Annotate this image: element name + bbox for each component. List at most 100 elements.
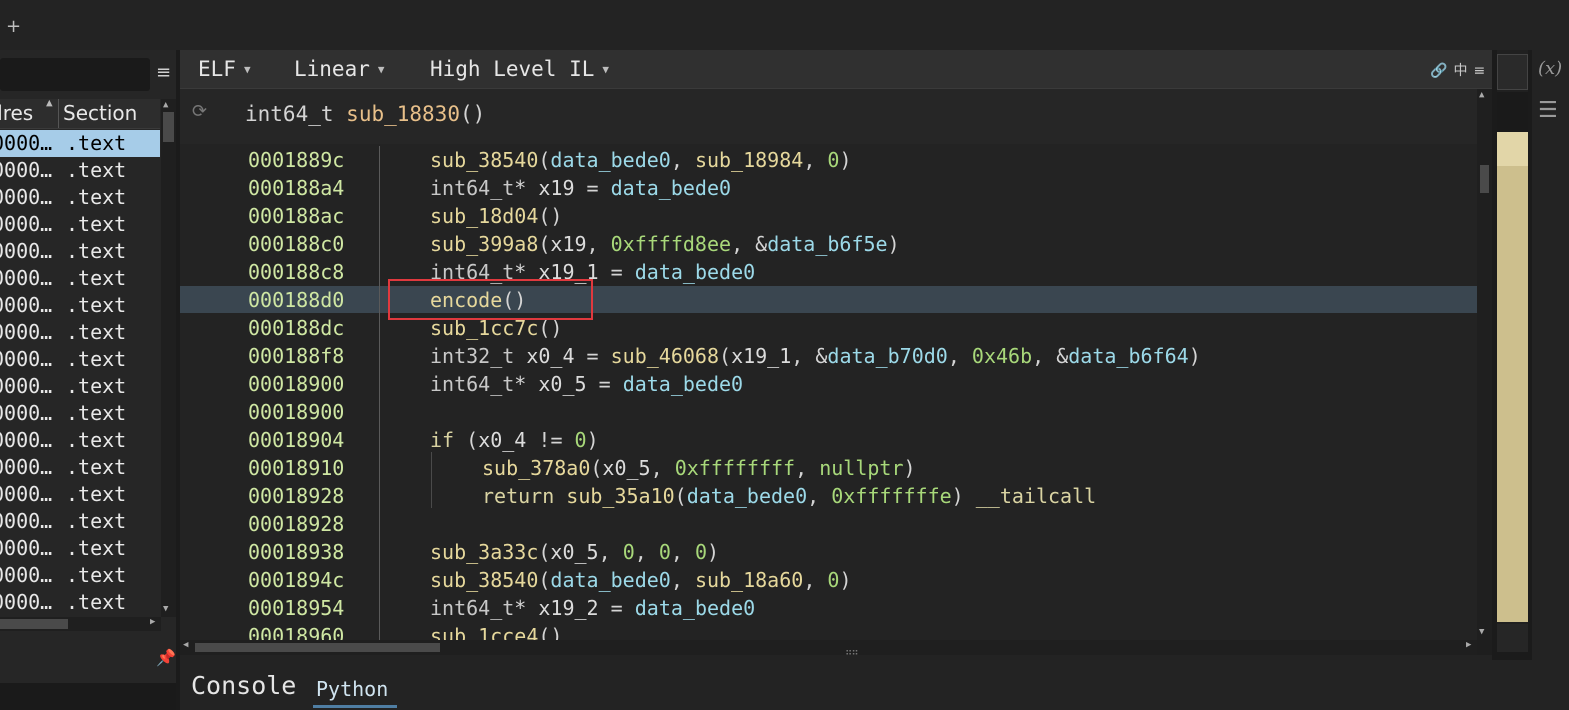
tab-console[interactable]: Console: [191, 671, 296, 700]
line-address[interactable]: 00018910: [248, 454, 344, 482]
code-token[interactable]: x19_1: [731, 344, 791, 368]
line-address[interactable]: 0001889c: [248, 146, 344, 174]
code-token[interactable]: x19: [538, 176, 574, 200]
variables-icon[interactable]: (x): [1538, 58, 1562, 79]
code-text[interactable]: sub_3a33c(x0_5, 0, 0, 0): [430, 538, 719, 566]
view-type-dropdown[interactable]: ELF ▼: [198, 57, 251, 81]
function-signature[interactable]: int64_t sub_18830(): [245, 102, 485, 126]
code-token[interactable]: sub_38540: [430, 568, 538, 592]
code-text[interactable]: sub_399a8(x19, 0xffffd8ee, &data_b6f5e): [430, 230, 900, 258]
scroll-up-arrow-icon[interactable]: ▲: [163, 100, 168, 110]
column-header-section[interactable]: Section: [63, 99, 137, 128]
scrollbar-thumb[interactable]: [1480, 165, 1489, 193]
code-token[interactable]: data_bede0: [687, 484, 807, 508]
code-text[interactable]: int64_t* x0_5 = data_bede0: [430, 370, 743, 398]
code-line[interactable]: 000188ac sub_18d04(): [0, 202, 1477, 230]
code-token[interactable]: sub_38540: [430, 148, 538, 172]
layers-icon[interactable]: ☰: [1538, 98, 1558, 123]
scroll-down-arrow-icon[interactable]: ▼: [1479, 627, 1484, 637]
scrollbar-thumb[interactable]: [195, 643, 440, 652]
menu-icon[interactable]: ≡: [1473, 63, 1491, 79]
code-line[interactable]: 00018954 int64_t* x19_2 = data_bede0: [0, 594, 1477, 622]
link-icon[interactable]: 🔗: [1430, 63, 1453, 79]
code-text[interactable]: return sub_35a10(data_bede0, 0xfffffffe)…: [482, 482, 1096, 510]
code-line[interactable]: 00018910 sub_378a0(x0_5, 0xffffffff, null…: [0, 454, 1477, 482]
code-line[interactable]: 000188f8 int32_t x0_4 = sub_46068(x19_1, …: [0, 342, 1477, 370]
line-address[interactable]: 000188f8: [248, 342, 344, 370]
line-address[interactable]: 00018938: [248, 538, 344, 566]
code-token[interactable]: data_b70d0: [827, 344, 947, 368]
code-text[interactable]: if (x0_4 != 0): [430, 426, 599, 454]
code-token[interactable]: x19_2: [538, 596, 598, 620]
minimap-viewport[interactable]: [1497, 54, 1528, 90]
code-line[interactable]: 00018900 int64_t* x0_5 = data_bede0: [0, 370, 1477, 398]
code-token[interactable]: sub_18984: [695, 148, 803, 172]
line-address[interactable]: 000188ac: [248, 202, 344, 230]
code-token[interactable]: data_bede0: [635, 596, 755, 620]
code-token[interactable]: data_b6f5e: [767, 232, 887, 256]
code-line[interactable]: 0001889c sub_38540(data_bede0, sub_18984,…: [0, 146, 1477, 174]
scroll-left-arrow-icon[interactable]: ◀: [183, 640, 188, 650]
code-text[interactable]: sub_38540(data_bede0, sub_18a60, 0): [430, 566, 852, 594]
code-token[interactable]: sub_3a33c: [430, 540, 538, 564]
line-address[interactable]: 00018900: [248, 370, 344, 398]
scrollbar-thumb[interactable]: [163, 112, 174, 142]
code-line[interactable]: 000188c0 sub_399a8(x19, 0xffffd8ee, &data…: [0, 230, 1477, 258]
line-address[interactable]: 00018954: [248, 594, 344, 622]
code-text[interactable]: int64_t* x19_2 = data_bede0: [430, 594, 755, 622]
code-token[interactable]: data_b6f64: [1068, 344, 1188, 368]
line-address[interactable]: 0001894c: [248, 566, 344, 594]
line-address[interactable]: 00018904: [248, 426, 344, 454]
line-address[interactable]: 00018928: [248, 510, 344, 538]
code-text[interactable]: sub_38540(data_bede0, sub_18984, 0): [430, 146, 852, 174]
line-address[interactable]: 000188dc: [248, 314, 344, 342]
code-text[interactable]: int32_t x0_4 = sub_46068(x19_1, &data_b7…: [430, 342, 1201, 370]
code-token[interactable]: data_bede0: [550, 568, 670, 592]
tab-python[interactable]: Python: [316, 677, 388, 701]
code-text[interactable]: int64_t* x19 = data_bede0: [430, 174, 731, 202]
code-token[interactable]: sub_399a8: [430, 232, 538, 256]
code-text[interactable]: sub_18d04(): [430, 202, 562, 230]
line-address[interactable]: 00018900: [248, 398, 344, 426]
scroll-right-arrow-icon[interactable]: ▶: [1466, 640, 1471, 650]
code-line[interactable]: 00018928: [0, 510, 1477, 538]
code-token[interactable]: x0_4: [526, 344, 574, 368]
code-token[interactable]: data_bede0: [635, 260, 755, 284]
code-token[interactable]: sub_378a0: [482, 456, 590, 480]
code-token[interactable]: sub_46068: [611, 344, 719, 368]
code-line[interactable]: 000188dc sub_1cc7c(): [0, 314, 1477, 342]
code-line[interactable]: 000188c8 int64_t* x19_1 = data_bede0: [0, 258, 1477, 286]
code-token[interactable]: data_bede0: [623, 372, 743, 396]
code-token[interactable]: sub_18d04: [430, 204, 538, 228]
refresh-icon[interactable]: ⟳: [192, 101, 207, 122]
line-address[interactable]: 000188a4: [248, 174, 344, 202]
code-token[interactable]: x0_5: [602, 456, 650, 480]
code-line[interactable]: 000188a4 int64_t* x19 = data_bede0: [0, 174, 1477, 202]
symbol-filter-input[interactable]: [0, 58, 150, 91]
line-address[interactable]: 000188c0: [248, 230, 344, 258]
code-line[interactable]: 00018900: [0, 398, 1477, 426]
code-line[interactable]: 00018938 sub_3a33c(x0_5, 0, 0, 0): [0, 538, 1477, 566]
code-token[interactable]: data_bede0: [611, 176, 731, 200]
code-token[interactable]: x0_5: [550, 540, 598, 564]
line-address[interactable]: 000188c8: [248, 258, 344, 286]
code-token[interactable]: sub_18a60: [695, 568, 803, 592]
line-address[interactable]: 000188d0: [248, 286, 344, 314]
code-token[interactable]: x0_5: [538, 372, 586, 396]
il-level-dropdown[interactable]: High Level IL ▼: [430, 57, 609, 81]
code-line[interactable]: 000188d0 encode(): [0, 286, 1477, 314]
pin-icon[interactable]: 📌: [156, 648, 176, 667]
split-view-icon[interactable]: 中: [1453, 63, 1473, 79]
view-mode-dropdown[interactable]: Linear ▼: [294, 57, 384, 81]
line-address[interactable]: 00018928: [248, 482, 344, 510]
code-text[interactable]: sub_378a0(x0_5, 0xffffffff, nullptr): [482, 454, 916, 482]
code-token[interactable]: x19: [550, 232, 586, 256]
code-token[interactable]: sub_35a10: [566, 484, 674, 508]
hamburger-menu-icon[interactable]: ≡: [156, 62, 171, 83]
function-name[interactable]: sub_18830: [346, 102, 460, 126]
code-line[interactable]: 00018928 return sub_35a10(data_bede0, 0xf…: [0, 482, 1477, 510]
new-tab-plus-icon[interactable]: +: [6, 16, 21, 37]
scroll-up-arrow-icon[interactable]: ▲: [1479, 90, 1484, 100]
code-line[interactable]: 0001894c sub_38540(data_bede0, sub_18a60,…: [0, 566, 1477, 594]
code-line[interactable]: 00018904 if (x0_4 != 0): [0, 426, 1477, 454]
